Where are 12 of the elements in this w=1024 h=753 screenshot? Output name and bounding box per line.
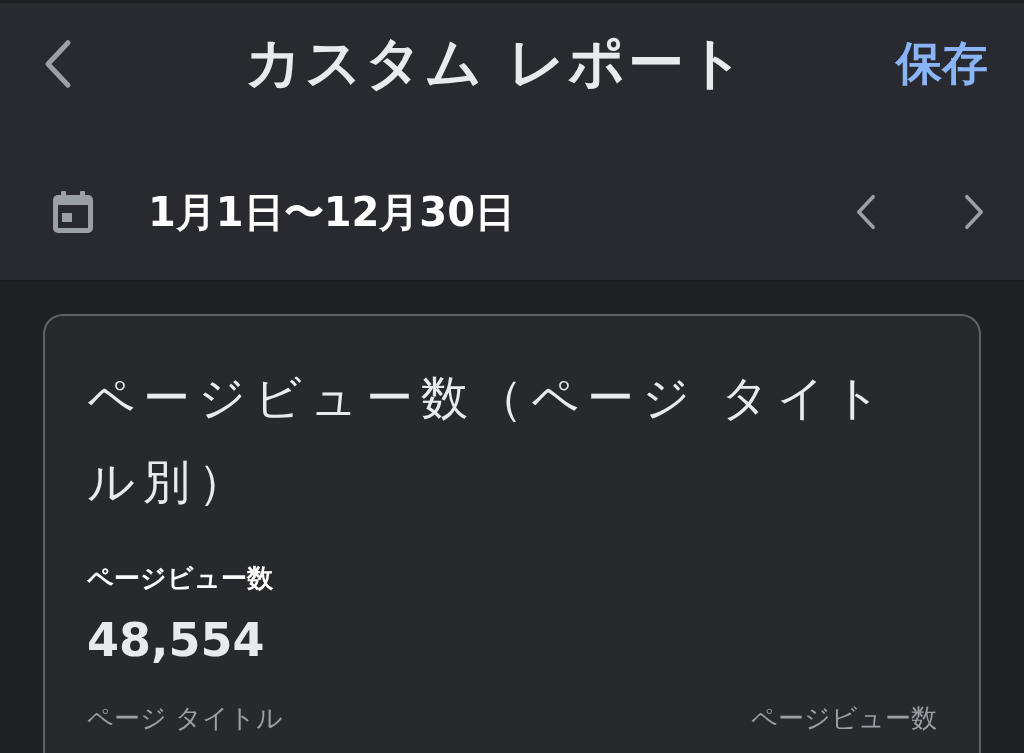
previous-period-button[interactable] <box>854 194 878 230</box>
left-chevron-icon <box>854 194 878 230</box>
page-title: カスタム レポート <box>244 28 748 97</box>
save-button[interactable]: 保存 <box>896 32 988 95</box>
right-chevron-icon <box>962 194 986 230</box>
next-period-button[interactable] <box>962 194 986 230</box>
metric-value: 48,554 <box>87 612 266 669</box>
card-title: ページビュー数（ページ タイトル別） <box>87 369 890 511</box>
calendar-icon <box>52 191 94 233</box>
metric-label: ページビュー数 <box>87 562 274 595</box>
column-header: ページビュー数 <box>751 702 937 735</box>
column-header: ページ タイトル <box>87 702 284 735</box>
